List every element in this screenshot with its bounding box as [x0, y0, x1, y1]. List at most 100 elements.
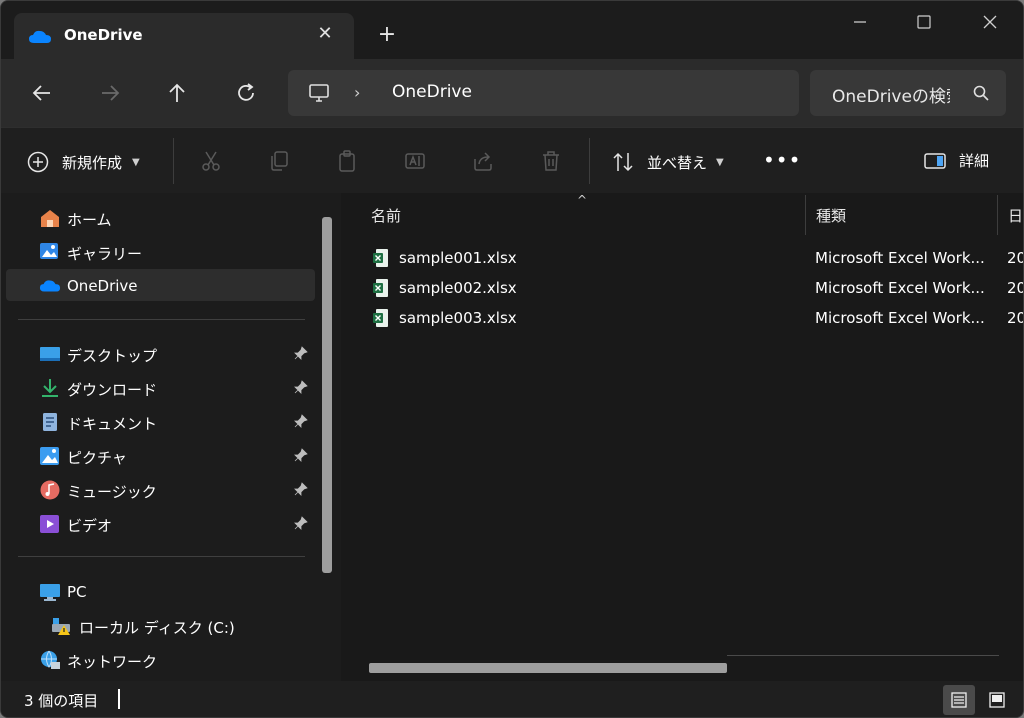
cut-icon[interactable]: [199, 149, 223, 173]
pin-icon[interactable]: [294, 482, 308, 496]
details-view-icon[interactable]: [943, 685, 975, 715]
table-row[interactable]: sample003.xlsx Microsoft Excel Work... 2…: [341, 303, 1023, 333]
local-disk-icon: [52, 618, 70, 635]
sidebar-item-label: ピクチャ: [67, 449, 127, 467]
rename-icon[interactable]: [403, 149, 427, 173]
file-explorer-window: OneDrive ✕ + › OneDrive OneDriveの検索 新規作成…: [0, 0, 1024, 718]
status-bar: 3 個の項目: [1, 681, 1023, 717]
pin-icon[interactable]: [294, 414, 308, 428]
sidebar-item-downloads[interactable]: ダウンロード: [6, 371, 315, 403]
sort-button[interactable]: 並べ替え ▼: [611, 150, 724, 174]
excel-file-icon: [373, 279, 388, 297]
large-icons-view-icon[interactable]: [981, 685, 1013, 715]
pin-icon[interactable]: [294, 448, 308, 462]
address-bar[interactable]: › OneDrive: [288, 70, 799, 116]
details-label: 詳細: [959, 152, 990, 170]
close-window-icon[interactable]: [975, 9, 1005, 35]
sidebar-item-local-disk[interactable]: ローカル ディスク (C:): [18, 609, 327, 641]
excel-file-icon: [373, 249, 388, 267]
new-button-label: 新規作成: [62, 153, 123, 172]
sidebar-item-label: ネットワーク: [67, 653, 158, 671]
pc-icon: [40, 584, 60, 601]
gallery-icon: [40, 243, 58, 259]
chevron-down-icon: ▼: [132, 156, 140, 168]
music-icon: [40, 480, 60, 500]
up-arrow-icon[interactable]: [164, 80, 190, 106]
details-pane-button[interactable]: 詳細: [923, 150, 989, 171]
sort-ascending-icon: ^: [577, 193, 588, 207]
title-bar: OneDrive ✕ +: [1, 1, 1023, 59]
chevron-right-icon[interactable]: ›: [354, 83, 360, 102]
sidebar-scrollbar[interactable]: [322, 217, 332, 573]
search-input[interactable]: OneDriveの検索: [832, 82, 950, 107]
paste-icon[interactable]: [335, 149, 359, 173]
search-box[interactable]: OneDriveの検索: [810, 70, 1006, 116]
delete-icon[interactable]: [539, 149, 563, 173]
sidebar-item-documents[interactable]: ドキュメント: [6, 405, 315, 437]
toolbar-divider: [589, 138, 590, 184]
column-divider[interactable]: [805, 195, 806, 235]
file-name: sample001.xlsx: [399, 249, 517, 267]
sidebar-item-pictures[interactable]: ピクチャ: [6, 439, 315, 471]
navigation-bar: › OneDrive OneDriveの検索: [1, 59, 1023, 127]
item-count: 3 個の項目: [24, 692, 99, 710]
chevron-down-icon: ▼: [716, 156, 724, 168]
more-options-icon[interactable]: •••: [763, 148, 801, 172]
monitor-icon: [309, 84, 329, 102]
sidebar-item-network[interactable]: ネットワーク: [6, 643, 315, 675]
breadcrumb-onedrive[interactable]: OneDrive: [392, 82, 472, 102]
close-tab-icon[interactable]: ✕: [314, 23, 336, 45]
refresh-icon[interactable]: [233, 80, 259, 106]
home-icon: [41, 210, 59, 227]
sidebar-item-onedrive[interactable]: OneDrive: [6, 269, 315, 301]
new-button[interactable]: 新規作成 ▼: [27, 150, 140, 174]
table-row[interactable]: sample001.xlsx Microsoft Excel Work... 2…: [341, 243, 1023, 273]
sidebar-item-label: デスクトップ: [67, 347, 158, 365]
sidebar-item-label: ローカル ディスク (C:): [79, 619, 235, 637]
file-name: sample003.xlsx: [399, 309, 517, 327]
network-icon: [41, 650, 60, 669]
horizontal-scrollbar[interactable]: [369, 663, 727, 673]
sidebar-item-music[interactable]: ミュージック: [6, 473, 315, 505]
column-header-name[interactable]: 名前: [371, 205, 401, 247]
share-icon[interactable]: [471, 149, 495, 173]
sidebar-item-label: ギャラリー: [67, 245, 143, 263]
sidebar-item-label: ビデオ: [67, 517, 113, 535]
sidebar-divider: [18, 319, 305, 320]
new-tab-icon[interactable]: +: [375, 23, 399, 47]
onedrive-icon: [29, 30, 51, 43]
sidebar-item-label: ダウンロード: [67, 381, 158, 399]
sidebar-item-label: OneDrive: [67, 277, 138, 295]
search-icon[interactable]: [972, 84, 990, 102]
pin-icon[interactable]: [294, 346, 308, 360]
column-header-date[interactable]: 日: [1008, 205, 1023, 247]
download-icon: [42, 379, 58, 397]
tab-onedrive[interactable]: OneDrive ✕: [14, 13, 354, 59]
sidebar-item-videos[interactable]: ビデオ: [6, 507, 315, 539]
file-date: 20: [1007, 279, 1023, 297]
column-header-type[interactable]: 種類: [816, 205, 846, 247]
column-divider[interactable]: [997, 195, 998, 235]
file-date: 20: [1007, 309, 1023, 327]
pin-icon[interactable]: [294, 380, 308, 394]
pin-icon[interactable]: [294, 516, 308, 530]
file-type: Microsoft Excel Work...: [815, 309, 985, 327]
sidebar-item-gallery[interactable]: ギャラリー: [6, 235, 315, 267]
back-arrow-icon[interactable]: [29, 80, 55, 106]
sidebar-item-home[interactable]: ホーム: [6, 201, 315, 233]
copy-icon[interactable]: [267, 149, 291, 173]
minimize-icon[interactable]: [845, 9, 875, 35]
sidebar-item-desktop[interactable]: デスクトップ: [6, 337, 315, 369]
maximize-icon[interactable]: [909, 9, 939, 35]
forward-arrow-icon[interactable]: [97, 80, 123, 106]
sidebar-item-pc[interactable]: PC: [6, 575, 315, 607]
table-row[interactable]: sample002.xlsx Microsoft Excel Work... 2…: [341, 273, 1023, 303]
sidebar-item-label: PC: [67, 583, 87, 601]
add-circle-icon: [27, 151, 49, 173]
excel-file-icon: [373, 309, 388, 327]
sidebar-divider: [18, 556, 305, 557]
toolbar-divider: [173, 138, 174, 184]
desktop-icon: [40, 347, 60, 361]
sort-button-label: 並べ替え: [647, 153, 708, 172]
command-bar: 新規作成 ▼ 並べ替え ▼ ••• 詳細: [1, 127, 1023, 193]
